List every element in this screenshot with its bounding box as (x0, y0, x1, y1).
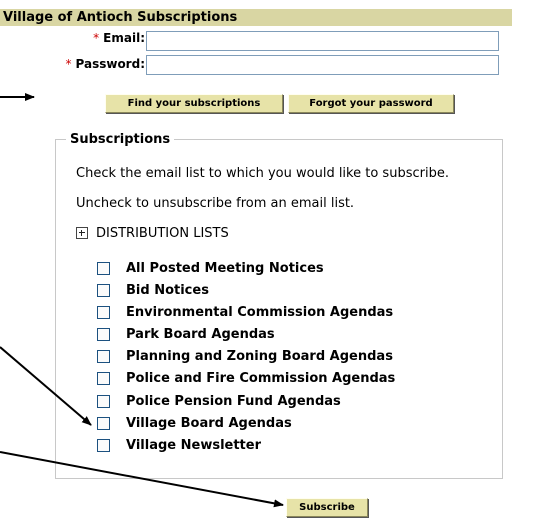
arrow-to-subscribe-button (0, 451, 284, 508)
annotation-arrows (0, 93, 284, 508)
arrow-to-checkbox (0, 346, 92, 426)
